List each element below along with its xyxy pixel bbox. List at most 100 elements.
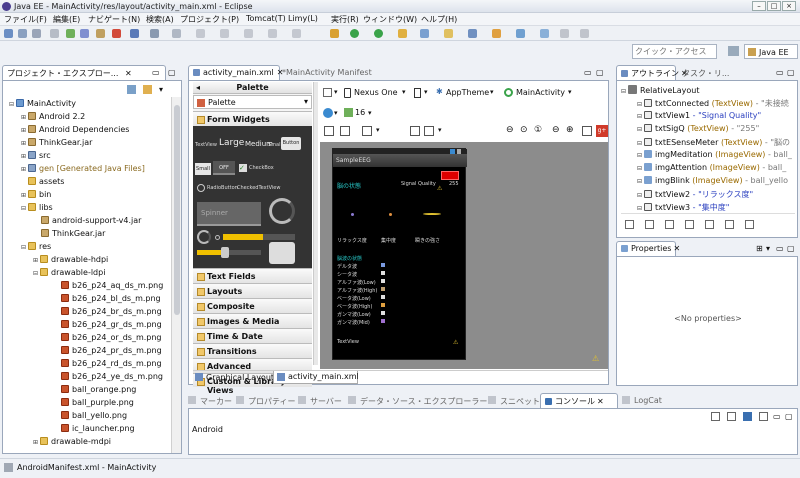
tree-item-png[interactable]: b26_p24_or_ds_m.png <box>61 332 162 345</box>
outline-root[interactable]: ⊟ RelativeLayout <box>621 85 699 95</box>
zoom-fit-icon[interactable]: ⊖ <box>506 125 514 135</box>
widget-checkbox[interactable]: CheckBox <box>249 165 274 171</box>
menu-tomcat[interactable]: Tomcat(T) <box>246 14 286 23</box>
minimize-button[interactable]: – <box>752 1 766 11</box>
display-console-icon[interactable] <box>743 412 752 421</box>
tab-xml-source[interactable]: activity_main.xml <box>273 371 359 384</box>
nav-forward-icon[interactable] <box>580 29 589 38</box>
fill-height-icon[interactable] <box>340 126 350 136</box>
scroll-thumb[interactable] <box>174 105 180 315</box>
tree-item-thinkgear-lib[interactable]: ThinkGear.jar <box>41 228 105 241</box>
tree-item-png[interactable]: ball_yello.png <box>61 410 127 423</box>
open-perspective-icon[interactable] <box>516 29 525 38</box>
outline-item[interactable]: ⊟ txtView3 - "集中度" <box>637 202 729 213</box>
maximize-view-icon[interactable]: ▢ <box>168 68 176 77</box>
maximize-view-icon[interactable]: ▢ <box>787 68 795 77</box>
section-layouts[interactable]: Layouts <box>193 283 312 298</box>
tool-icon[interactable] <box>150 29 159 38</box>
close-icon[interactable]: ✕ <box>125 69 132 78</box>
orientation-icon[interactable] <box>414 88 421 98</box>
tree-item-bin[interactable]: ⊞ bin <box>21 189 51 203</box>
tree-item-dependencies[interactable]: ⊞ Android Dependencies <box>21 124 129 138</box>
tool-icon[interactable] <box>172 29 181 38</box>
tree-item-src[interactable]: ⊞ src <box>21 150 51 164</box>
tool-icon[interactable] <box>268 29 277 38</box>
chevron-down-icon[interactable]: ▾ <box>402 88 406 96</box>
clear-console-icon[interactable] <box>711 412 720 421</box>
chevron-down-icon[interactable]: ▾ <box>334 109 338 117</box>
search-icon[interactable] <box>468 29 477 38</box>
tree-item-png[interactable]: b26_p24_rd_ds_m.png <box>61 358 162 371</box>
section-text-fields[interactable]: Text Fields <box>193 268 312 283</box>
maximize-view-icon[interactable]: ▢ <box>785 412 793 421</box>
zoom-out-icon[interactable]: ⊖ <box>552 125 560 135</box>
chevron-down-icon[interactable]: ▾ <box>368 109 372 117</box>
checkbox-icon[interactable]: ✓ <box>239 164 247 172</box>
tab-console[interactable]: コンソール ✕ <box>540 393 618 408</box>
margins-icon[interactable] <box>362 126 372 136</box>
lint-icon[interactable] <box>96 29 105 38</box>
tree-item-png[interactable]: ball_purple.png <box>61 397 134 410</box>
chevron-down-icon[interactable]: ▾ <box>568 88 572 96</box>
outline-item[interactable]: ⊟ imgMeditation (ImageView) - ball_ <box>637 150 792 159</box>
tree-item-png[interactable]: ball_orange.png <box>61 384 136 397</box>
close-button[interactable]: × <box>782 1 796 11</box>
zoom-in-icon[interactable]: ⊕ <box>566 125 574 135</box>
locale-icon[interactable] <box>323 108 333 118</box>
palette-dropdown[interactable]: Palette ▾ <box>193 95 312 109</box>
nav-back-icon[interactable] <box>560 29 569 38</box>
new-folder-icon[interactable] <box>492 29 501 38</box>
radio-icon[interactable] <box>197 184 205 192</box>
tab-logcat[interactable]: LogCat <box>634 396 662 405</box>
widget-small-button[interactable]: Small <box>195 163 211 175</box>
widget-button[interactable]: Button <box>281 137 301 150</box>
outline-item[interactable]: ⊟ imgAttention (ImageView) - ball_ <box>637 163 786 172</box>
minimize-view-icon[interactable]: ▭ <box>584 68 592 77</box>
menu-run[interactable]: 実行(R) <box>331 14 359 25</box>
outline-item[interactable]: ⊟ txtESenseMeter (TextView) - "脳の <box>637 137 790 148</box>
tool-icon[interactable] <box>292 29 301 38</box>
tab-markers[interactable]: マーカー <box>200 396 232 407</box>
device-select[interactable]: Nexus One <box>354 88 398 97</box>
tree-item-thinkgear[interactable]: ⊞ ThinkGear.jar <box>21 137 92 151</box>
widget-toggle[interactable]: OFF <box>213 161 235 175</box>
server-icon[interactable] <box>130 29 139 38</box>
palette-splitter[interactable] <box>313 82 318 365</box>
google-plus-icon[interactable]: g+ <box>596 125 608 137</box>
tree-item-gen[interactable]: ⊞ gen [Generated Java Files] <box>21 163 145 177</box>
minimize-view-icon[interactable]: ▭ <box>776 68 784 77</box>
tool-icon[interactable] <box>705 220 714 229</box>
chevron-down-icon[interactable]: ▾ <box>490 88 494 96</box>
tree-item-png[interactable]: b26_p24_aq_ds_m.png <box>61 280 163 293</box>
section-composite[interactable]: Composite <box>193 298 312 313</box>
new-icon[interactable] <box>4 29 13 38</box>
tab-outline[interactable]: アウトライン ✕ <box>616 65 688 80</box>
tab-properties-bottom[interactable]: プロパティー <box>248 396 296 407</box>
menu-project[interactable]: プロジェクト(P) <box>180 14 239 25</box>
open-type-icon[interactable] <box>444 29 453 38</box>
view-menu-icon[interactable]: ▾ <box>159 85 163 94</box>
minimize-view-icon[interactable]: ▭ <box>776 244 784 253</box>
tree-item-png[interactable]: b26_p24_br_ds_m.png <box>61 306 162 319</box>
layout-align-icon[interactable] <box>410 126 420 136</box>
outline-item[interactable]: ⊟ txtSigQ (TextView) - "255" <box>637 124 759 133</box>
chevron-down-icon[interactable]: ▾ <box>438 126 442 134</box>
tree-item-png[interactable]: b26_p24_bl_ds_m.png <box>61 293 161 306</box>
open-console-icon[interactable] <box>759 412 768 421</box>
run-icon[interactable] <box>350 29 359 38</box>
tool-icon[interactable] <box>725 220 734 229</box>
tree-item-png[interactable]: ic_launcher.png <box>61 423 135 436</box>
section-form-widgets[interactable]: Form Widgets <box>193 111 312 126</box>
chevron-down-icon[interactable]: ▾ <box>424 88 428 96</box>
tree-item-drawable-hdpi[interactable]: ⊞ drawable-hdpi <box>33 254 108 268</box>
tool-icon[interactable] <box>745 220 754 229</box>
print-icon[interactable] <box>50 29 59 38</box>
menu-help[interactable]: ヘルプ(H) <box>421 14 457 25</box>
chevron-down-icon[interactable]: ▾ <box>376 126 380 134</box>
seek-bar[interactable] <box>197 247 261 258</box>
quick-access-input[interactable] <box>632 44 717 59</box>
tree-item-res[interactable]: ⊟ res <box>21 241 51 255</box>
activity-select[interactable]: MainActivity <box>516 88 565 97</box>
widget-checked-textview[interactable]: CheckedTextView <box>237 185 280 191</box>
chevron-down-icon[interactable]: ▾ <box>334 88 338 96</box>
